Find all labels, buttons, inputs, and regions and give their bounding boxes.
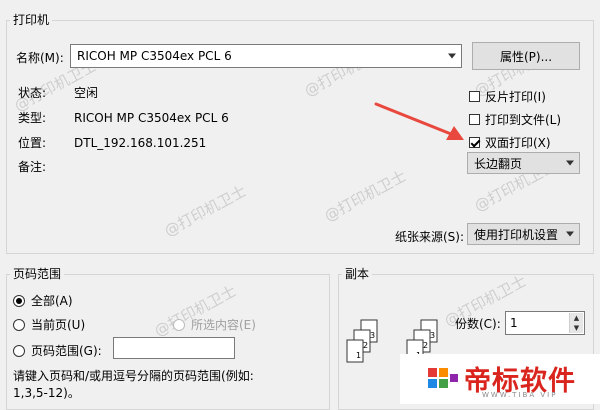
type-value: RICOH MP C3504ex PCL 6 [74,111,229,125]
checkbox-duplex[interactable]: 双面打印(X) [469,134,551,151]
brand-mark-icon [428,368,458,388]
checkbox-label: 打印到文件(L) [485,113,562,127]
stepper-buttons[interactable]: ▲ ▼ [569,313,583,333]
chevron-down-icon [566,160,574,166]
radio-label: 所选内容(E) [191,318,256,332]
brand-subtitle: WWW.TIBA VIP [482,391,558,399]
svg-text:3: 3 [430,331,435,340]
paper-source-label: 纸张来源(S): [395,230,465,244]
page-range-group-title: 页码范围 [10,267,65,281]
checkbox-label: 反片打印(I) [485,90,546,104]
paper-source-select[interactable]: 使用打印机设置 [467,223,580,245]
annotation-arrow-icon [374,102,464,140]
checkbox-label: 双面打印(X) [485,136,551,150]
checkbox-box [469,91,480,102]
location-value: DTL_192.168.101.251 [74,136,207,150]
page-range-hint-line1: 请键入页码和/或用逗号分隔的页码范围(例如: [13,369,254,383]
svg-text:1: 1 [356,351,361,360]
brand-logo: 帝标软件 WWW.TIBA VIP [400,354,600,404]
paper-source-value: 使用打印机设置 [474,227,559,242]
checkbox-reverse-print[interactable]: 反片打印(I) [469,88,546,105]
properties-button[interactable]: 属性(P)... [472,42,580,70]
radio-label: 全部(A) [31,294,73,308]
radio-pages[interactable]: 页码范围(G): [13,342,102,359]
copies-value: 1 [510,316,518,330]
chevron-down-icon [448,53,456,59]
page-range-hint-line2: 1,3,5-12)。 [13,386,80,400]
printer-name-select[interactable]: RICOH MP C3504ex PCL 6 [70,44,462,68]
printer-group-title: 打印机 [10,13,53,27]
copies-group-title: 副本 [342,267,373,281]
radio-label: 当前页(U) [31,318,86,332]
svg-text:2: 2 [363,341,368,350]
svg-text:3: 3 [370,331,375,340]
location-label: 位置: [18,136,47,150]
radio-dot [13,344,25,357]
radio-all[interactable]: 全部(A) [13,292,73,309]
printer-name-value: RICOH MP C3504ex PCL 6 [77,49,232,63]
checkbox-box-checked [469,137,480,148]
chevron-down-icon [566,231,574,237]
page-range-input[interactable] [113,337,235,359]
stepper-up-icon[interactable]: ▲ [569,313,583,323]
duplex-mode-select[interactable]: 长边翻页 [467,152,580,174]
status-label: 状态: [18,86,47,100]
radio-dot-selected [13,294,25,307]
copies-label: 份数(C): [455,317,501,331]
svg-text:2: 2 [423,341,428,350]
printer-name-label: 名称(M): [16,51,64,65]
checkbox-box [469,114,480,125]
radio-dot [173,318,185,331]
comment-label: 备注: [18,160,47,174]
radio-label: 页码范围(G): [31,344,102,358]
radio-current-page[interactable]: 当前页(U) [13,316,85,333]
copies-stepper[interactable]: 1 ▲ ▼ [505,311,585,335]
type-label: 类型: [18,111,47,125]
radio-selection[interactable]: 所选内容(E) [173,316,256,333]
status-value: 空闲 [74,86,99,100]
radio-dot [13,318,25,331]
stepper-down-icon[interactable]: ▼ [569,323,583,333]
checkbox-print-to-file[interactable]: 打印到文件(L) [469,111,561,128]
duplex-mode-value: 长边翻页 [474,156,523,171]
